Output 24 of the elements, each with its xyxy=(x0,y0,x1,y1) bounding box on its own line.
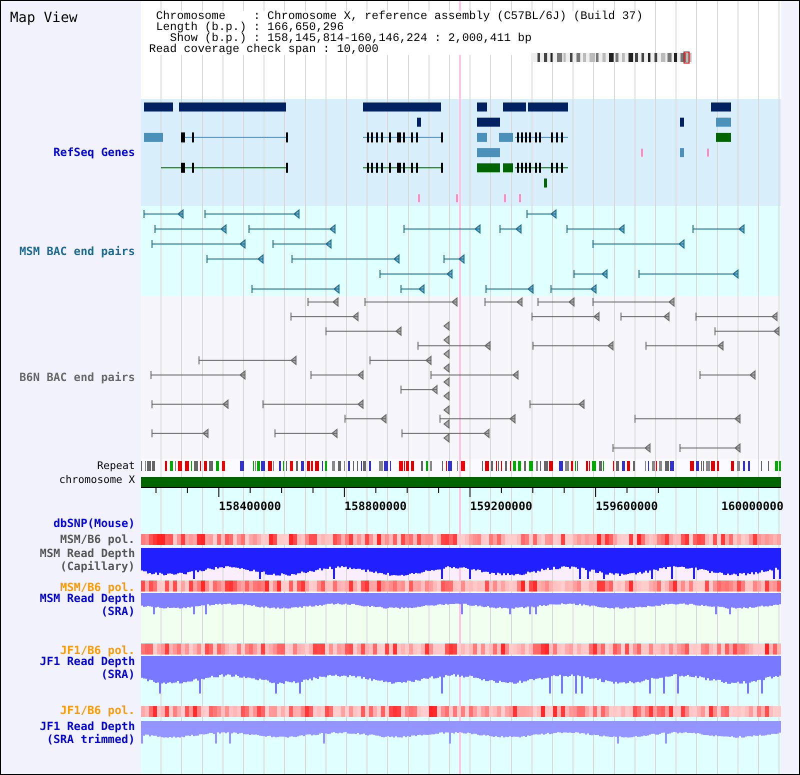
track-label: dbSNP(Mouse) xyxy=(53,517,135,530)
track-label: B6N BAC end pairs xyxy=(19,371,135,384)
track-label: MSM/B6 pol. xyxy=(60,533,135,546)
axis-label: 159200000 xyxy=(470,499,532,513)
track-label: JF1/B6 pol. xyxy=(60,704,135,717)
track-label: JF1/B6 pol. xyxy=(60,644,135,657)
axis-label: 158800000 xyxy=(344,499,407,513)
track-label: JF1 Read Depth (SRA) xyxy=(38,655,135,681)
axis-label: 159600000 xyxy=(596,499,658,513)
view-title: Map View xyxy=(10,10,78,26)
track-label: MSM Read Depth (Capillary) xyxy=(38,547,135,573)
track-label: Repeat xyxy=(97,460,135,472)
info-line: Read coverage check span : 10,000 xyxy=(149,44,380,55)
info-line: Length (b.p.) : 166,650,296 xyxy=(154,22,344,33)
info-line: Chromosome : Chromosome X, reference assembly (C57BL/6J) (Build 37) xyxy=(154,11,643,22)
axis-label: 158400000 xyxy=(218,499,282,513)
track-label: RefSeq Genes xyxy=(53,146,135,159)
track-label: MSM BAC end pairs xyxy=(19,244,135,258)
axis-label: 160000000 xyxy=(721,499,784,513)
track-label: MSM Read Depth (SRA) xyxy=(38,592,135,618)
track-label: JF1 Read Depth (SRA trimmed) xyxy=(38,720,135,746)
track-label: MSM/B6 pol. xyxy=(60,581,135,594)
info-line: Show (b.p.) : 158,145,814-160,146,224 : 2,000,411 bp xyxy=(170,33,533,44)
track-label: chromosome X xyxy=(59,474,135,486)
